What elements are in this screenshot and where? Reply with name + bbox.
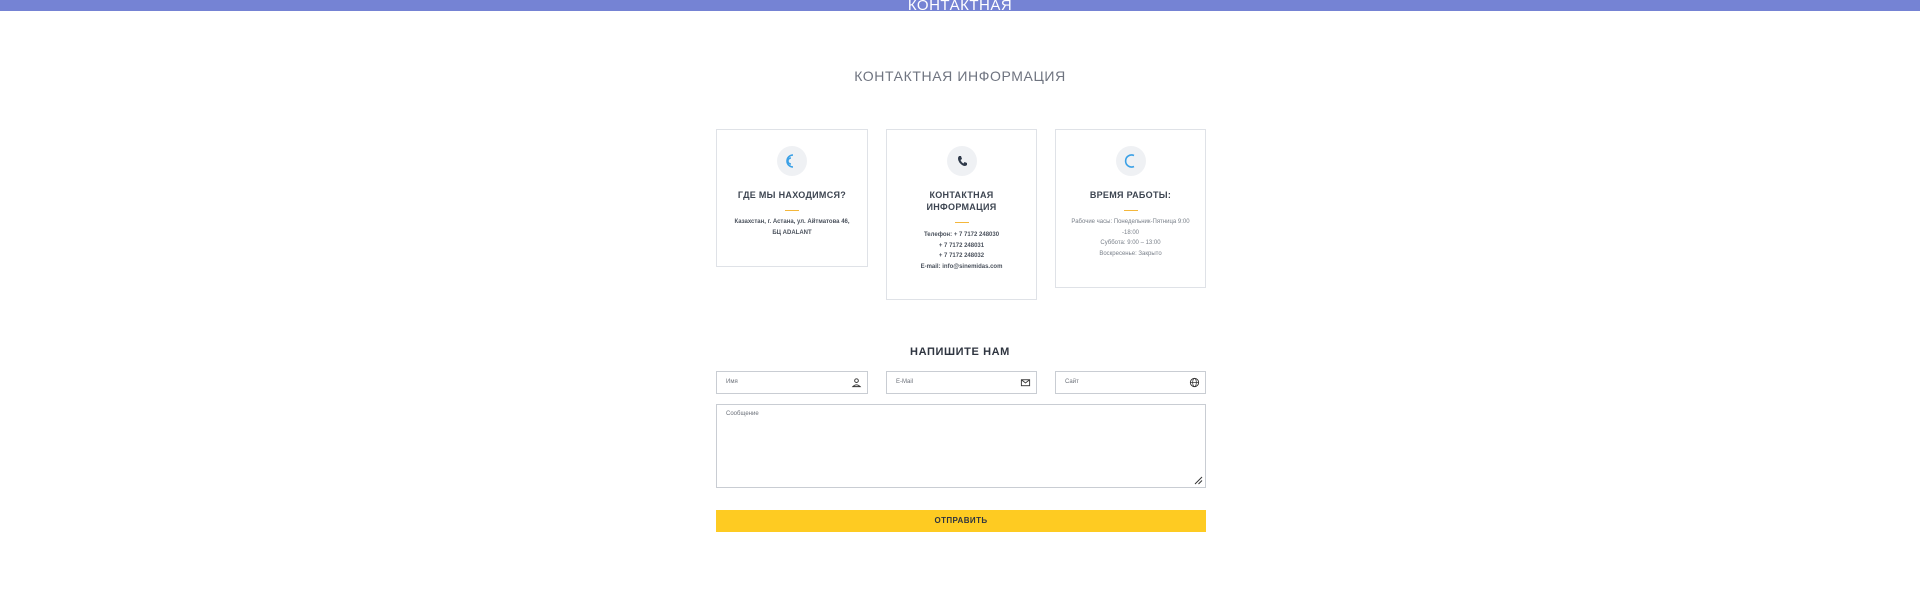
- hours-card: ВРЕМЯ РАБОТЫ: Рабочие часы: Понедельник-…: [1055, 129, 1206, 288]
- location-address-line1: Казахстан, г. Астана, ул. Айтматова 46,: [734, 219, 850, 225]
- location-card-divider: [785, 210, 799, 211]
- contacts-phone3: + 7 7172 248032: [938, 253, 985, 259]
- hours-line2: -18:00: [1121, 229, 1139, 236]
- contact-section-title: КОНТАКТНАЯ ИНФОРМАЦИЯ: [854, 68, 1066, 84]
- message-field-placeholder: Сообщение: [726, 411, 759, 417]
- resize-handle-icon[interactable]: [1194, 476, 1203, 485]
- contacts-phone2: + 7 7172 248031: [938, 242, 985, 249]
- hours-line4: Воскресенье: Закрыто: [1099, 250, 1162, 257]
- contacts-card-title-line1: КОНТАКТНАЯ: [929, 190, 994, 200]
- hours-card-title: ВРЕМЯ РАБОТЫ:: [1089, 190, 1172, 200]
- globe-icon: [1189, 377, 1200, 388]
- contacts-card-title-line2: ИНФОРМАЦИЯ: [926, 202, 997, 212]
- name-field-placeholder: Имя: [726, 379, 738, 385]
- site-field[interactable]: Сайт: [1055, 371, 1206, 394]
- top-banner: КОНТАКТНАЯ: [0, 0, 1920, 11]
- contacts-card-title: КОНТАКТНАЯ ИНФОРМАЦИЯ: [893, 189, 1030, 213]
- phone-icon: [946, 146, 977, 176]
- hours-line3: Суббота: 9:00 – 13:00: [1100, 240, 1161, 246]
- location-card: ГДЕ МЫ НАХОДИМСЯ? Казахстан, г. Астана, …: [716, 129, 868, 267]
- clock-icon: [1115, 146, 1146, 176]
- message-field[interactable]: Сообщение: [716, 404, 1206, 488]
- email-field[interactable]: E-Mail: [886, 371, 1037, 394]
- contacts-card-divider: [954, 222, 969, 223]
- top-banner-title: КОНТАКТНАЯ: [907, 0, 1013, 11]
- contacts-email: E-mail: info@sinemidas.com: [920, 263, 1003, 270]
- location-address-line2: БЦ ADALANT: [772, 229, 812, 236]
- location-icon: [777, 146, 807, 176]
- name-field[interactable]: Имя: [716, 371, 868, 394]
- email-field-placeholder: E-Mail: [896, 379, 914, 385]
- hours-card-divider: [1123, 210, 1138, 211]
- contacts-card: КОНТАКТНАЯ ИНФОРМАЦИЯ Телефон: + 7 7172 …: [886, 129, 1037, 300]
- user-icon: [851, 378, 862, 388]
- form-title: НАПИШИТЕ НАМ: [910, 346, 1010, 358]
- hours-line1: Рабочие часы: Понедельник-Пятница 9:00: [1071, 219, 1190, 225]
- contacts-phone1: Телефон: + 7 7172 248030: [923, 232, 1000, 238]
- site-field-placeholder: Сайт: [1065, 379, 1079, 385]
- submit-button[interactable]: ОТПРАВИТЬ: [716, 510, 1206, 532]
- envelope-icon: [1020, 379, 1031, 387]
- location-card-title: ГДЕ МЫ НАХОДИМСЯ?: [737, 190, 847, 200]
